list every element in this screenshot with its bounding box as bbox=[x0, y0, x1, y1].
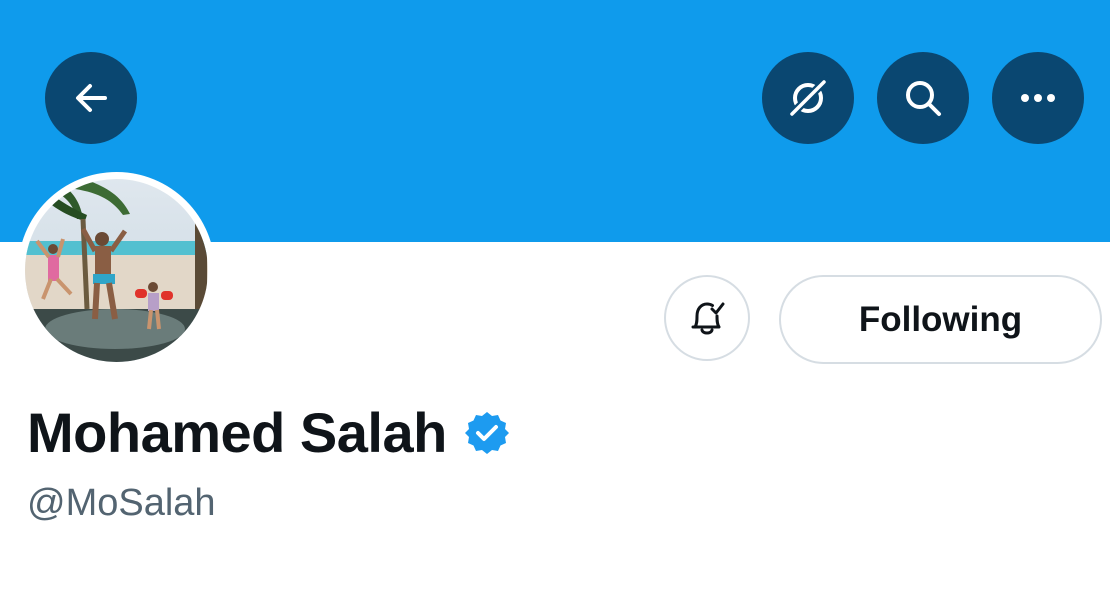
more-horizontal-icon bbox=[1018, 92, 1058, 104]
following-button[interactable]: Following bbox=[779, 275, 1102, 364]
profile-page: Following Mohamed Salah @MoSalah bbox=[0, 0, 1110, 600]
avatar[interactable] bbox=[18, 172, 215, 369]
translate-icon bbox=[784, 74, 832, 122]
search-icon bbox=[901, 76, 945, 120]
search-button[interactable] bbox=[877, 52, 969, 144]
back-button[interactable] bbox=[45, 52, 137, 144]
translate-button[interactable] bbox=[762, 52, 854, 144]
user-handle: @MoSalah bbox=[27, 482, 216, 524]
verified-badge-icon[interactable] bbox=[463, 409, 511, 457]
name-row: Mohamed Salah bbox=[27, 398, 511, 468]
more-button[interactable] bbox=[992, 52, 1084, 144]
display-name: Mohamed Salah bbox=[27, 401, 447, 464]
arrow-left-icon bbox=[71, 78, 111, 118]
profile-photo bbox=[25, 179, 208, 362]
notifications-button[interactable] bbox=[664, 275, 750, 361]
bell-check-icon bbox=[685, 294, 729, 342]
